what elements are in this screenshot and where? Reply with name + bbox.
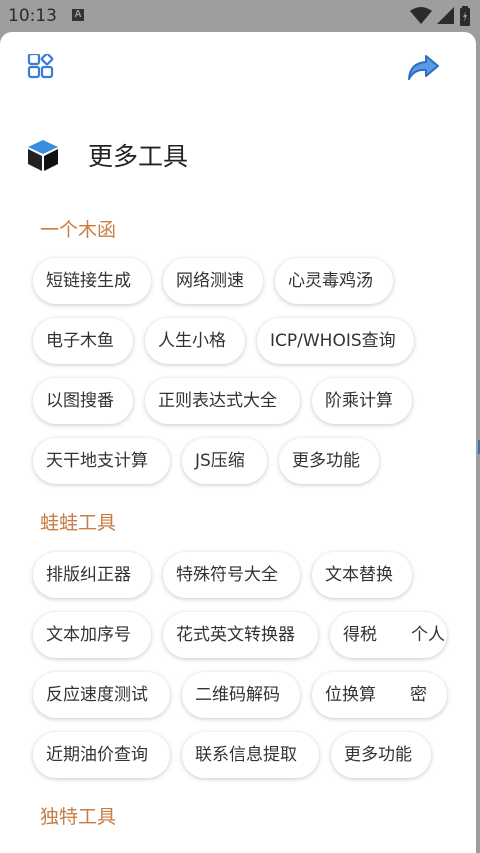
- tool-chip-fancy-english[interactable]: 花式英文转换器: [163, 612, 318, 658]
- tool-chip-wooden-fish[interactable]: 电子木鱼: [33, 318, 133, 364]
- tool-chip-ganzhi[interactable]: 天干地支计算: [33, 438, 170, 484]
- share-icon[interactable]: [406, 54, 440, 82]
- tool-chip-symbols[interactable]: 特殊符号大全: [163, 552, 300, 598]
- notification-badge: A: [72, 9, 84, 21]
- tool-chip-more-1[interactable]: 更多功能: [279, 438, 379, 484]
- section-title-wawa: 蛙蛙工具: [40, 512, 117, 534]
- tool-chip-chicken-soup[interactable]: 心灵毒鸡汤: [275, 258, 393, 304]
- tool-chip-life-grid[interactable]: 人生小格: [145, 318, 245, 364]
- tool-chip-icp-whois[interactable]: ICP/WHOIS查询: [257, 318, 414, 364]
- tool-chip-image-search[interactable]: 以图搜番: [33, 378, 133, 424]
- page-header: 更多工具: [26, 135, 188, 175]
- signal-icon: [437, 7, 454, 24]
- status-bar: 10:13 A: [0, 0, 480, 32]
- box-icon: [28, 140, 58, 171]
- tools-sheet: 更多工具 一个木函 短链接生成 网络测速 心灵毒鸡汤 电子木鱼 人生小格 ICP…: [0, 32, 476, 853]
- section-title-unique: 独特工具: [40, 806, 117, 828]
- tool-chip-oil-price[interactable]: 近期油价查询: [33, 732, 170, 778]
- wifi-icon: [410, 7, 432, 24]
- tool-chip-more-2[interactable]: 更多功能: [331, 732, 431, 778]
- tool-chip-short-link[interactable]: 短链接生成: [33, 258, 151, 304]
- tool-chip-speed-test[interactable]: 网络测速: [163, 258, 263, 304]
- section-title-yigemuhan: 一个木函: [40, 219, 117, 241]
- tool-chip-text-replace[interactable]: 文本替换: [312, 552, 412, 598]
- tool-chip-reaction-test[interactable]: 反应速度测试: [33, 672, 170, 718]
- tool-chip-contact-extract[interactable]: 联系信息提取: [182, 732, 319, 778]
- tool-chip-typesetting[interactable]: 排版纠正器: [33, 552, 151, 598]
- status-time: 10:13: [8, 6, 57, 26]
- page-title: 更多工具: [88, 142, 189, 171]
- battery-icon: [460, 6, 470, 26]
- tool-chip-factorial[interactable]: 阶乘计算: [312, 378, 412, 424]
- tool-chip-js-compress[interactable]: JS压缩: [182, 438, 267, 484]
- tool-chip-qr-decode[interactable]: 二维码解码: [182, 672, 300, 718]
- tool-chip-line-numbers[interactable]: 文本加序号: [33, 612, 151, 658]
- apps-icon[interactable]: [27, 54, 55, 82]
- tool-chip-regex[interactable]: 正则表达式大全: [145, 378, 300, 424]
- tool-chip-bit-convert[interactable]: 位换算 密: [312, 672, 447, 718]
- tool-chip-income-tax[interactable]: 得税 个人: [330, 612, 447, 658]
